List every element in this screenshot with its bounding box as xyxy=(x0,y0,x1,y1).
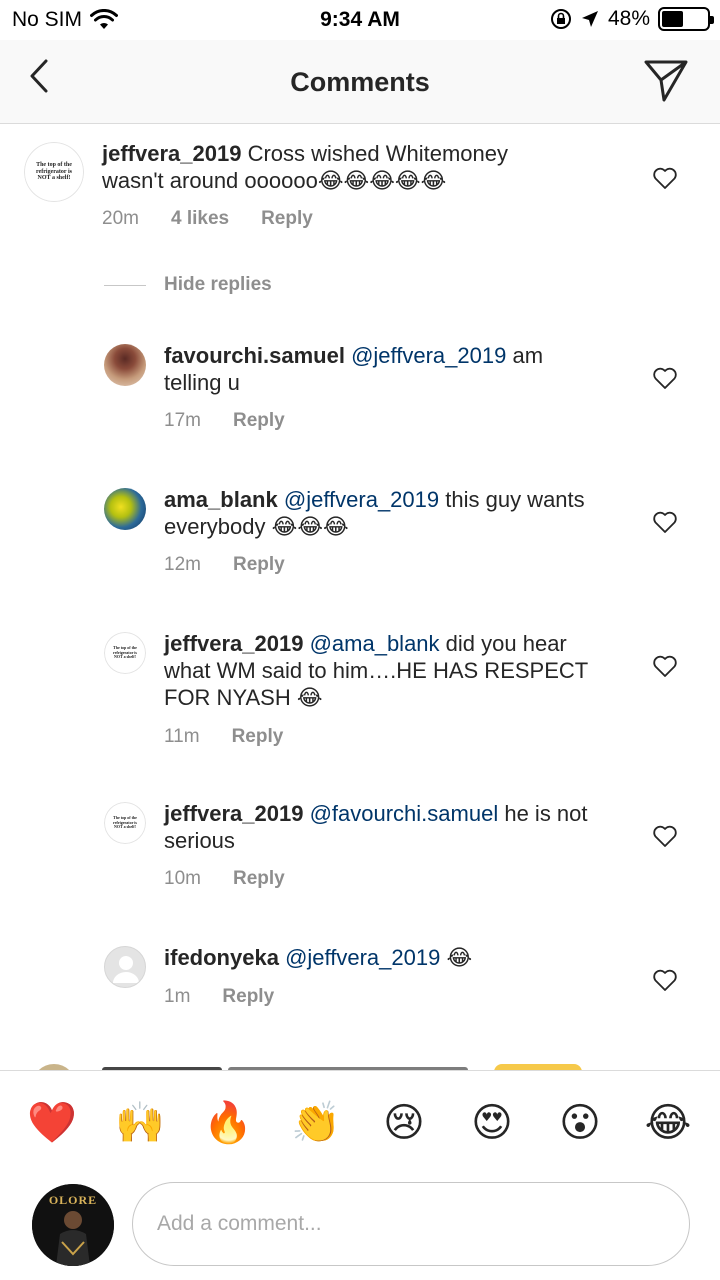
orientation-lock-icon xyxy=(550,9,571,29)
reply-mention[interactable]: @ama_blank xyxy=(310,631,440,656)
reply-time: 1m xyxy=(164,986,191,1007)
avatar[interactable] xyxy=(104,488,146,530)
reply-button[interactable]: Reply xyxy=(233,554,285,576)
avatar[interactable]: The top of the refrigerator is NOT a she… xyxy=(104,802,146,844)
reply-time: 17m xyxy=(164,410,201,431)
battery-fill xyxy=(662,11,684,27)
reply-username[interactable]: jeffvera_2019 xyxy=(164,801,303,826)
avatar[interactable] xyxy=(104,946,146,988)
avatar[interactable]: The top of the refrigerator is NOT a she… xyxy=(24,142,84,202)
reply-emojis: 😂 xyxy=(446,945,473,970)
reply-button[interactable]: Reply xyxy=(232,726,284,748)
likes-count[interactable]: 4 likes xyxy=(171,208,229,230)
heart-icon[interactable] xyxy=(652,510,678,534)
reply-time: 12m xyxy=(164,554,201,575)
heart-icon[interactable] xyxy=(652,366,678,390)
reply-mention[interactable]: @jeffvera_2019 xyxy=(284,487,439,512)
comment-emojis: 😂😂😂😂😂 xyxy=(317,168,447,193)
paper-plane-icon[interactable] xyxy=(642,56,690,104)
divider xyxy=(104,284,146,286)
reply-button[interactable]: Reply xyxy=(222,986,274,1008)
default-user-icon xyxy=(113,956,139,983)
reply-time: 10m xyxy=(164,868,201,889)
comment-input[interactable] xyxy=(132,1182,690,1266)
reply-emojis: 😂 xyxy=(296,685,323,710)
emoji-quick-bar: ❤️ 🙌 🔥 👏 😢 😍 😮 😂 xyxy=(0,1070,720,1174)
reply-username[interactable]: favourchi.samuel xyxy=(164,343,345,368)
reply-username[interactable]: jeffvera_2019 xyxy=(164,631,303,656)
reply-mention[interactable]: @jeffvera_2019 xyxy=(351,343,506,368)
avatar[interactable]: The top of the refrigerator is NOT a she… xyxy=(104,632,146,674)
my-avatar-artwork: OLORE xyxy=(32,1184,114,1266)
emoji-raised-hands-button[interactable]: 🙌 xyxy=(105,1103,175,1143)
battery-percent: 48% xyxy=(607,7,650,30)
emoji-heart-eyes-button[interactable]: 😍 xyxy=(457,1103,527,1143)
reply-button[interactable]: Reply xyxy=(233,868,285,890)
my-avatar: OLORE xyxy=(32,1184,114,1266)
hide-replies-toggle[interactable]: Hide replies xyxy=(104,274,272,296)
heart-icon[interactable] xyxy=(652,654,678,678)
emoji-fire-button[interactable]: 🔥 xyxy=(193,1103,263,1143)
reply-username[interactable]: ifedonyeka xyxy=(164,945,279,970)
heart-icon[interactable] xyxy=(652,824,678,848)
comments-list: The top of the refrigerator is NOT a she… xyxy=(0,124,720,1070)
page-title: Comments xyxy=(290,67,430,97)
reply-username[interactable]: ama_blank xyxy=(164,487,278,512)
battery-icon xyxy=(658,7,714,31)
emoji-crying-button[interactable]: 😢 xyxy=(369,1103,439,1143)
avatar-caption: The top of the refrigerator is NOT a she… xyxy=(24,142,84,202)
reply-button[interactable]: Reply xyxy=(261,208,313,230)
comment-time: 20m xyxy=(102,208,139,229)
reply-emojis: 😂😂😂 xyxy=(271,514,349,539)
emoji-heart-button[interactable]: ❤️ xyxy=(17,1103,87,1143)
status-bar: No SIM 9:34 AM 48% xyxy=(0,0,720,40)
reply-mention[interactable]: @favourchi.samuel xyxy=(310,801,499,826)
reply-time: 11m xyxy=(164,726,200,747)
heart-icon[interactable] xyxy=(652,968,678,992)
hide-replies-label: Hide replies xyxy=(164,274,272,295)
heart-icon[interactable] xyxy=(652,166,678,190)
comment-composer: OLORE xyxy=(0,1174,720,1280)
emoji-surprised-button[interactable]: 😮 xyxy=(545,1103,615,1143)
next-comment-clipped xyxy=(0,1054,720,1070)
my-avatar-label: OLORE xyxy=(49,1193,97,1207)
avatar-caption: The top of the refrigerator is NOT a she… xyxy=(104,632,146,674)
reply-mention[interactable]: @jeffvera_2019 xyxy=(285,945,440,970)
avatar-caption: The top of the refrigerator is NOT a she… xyxy=(104,802,146,844)
avatar[interactable] xyxy=(104,344,146,386)
location-arrow-icon xyxy=(581,11,598,27)
nav-bar: Comments xyxy=(0,40,720,124)
emoji-laughing-button[interactable]: 😂 xyxy=(633,1103,703,1143)
reply-button[interactable]: Reply xyxy=(233,410,285,432)
emoji-clapping-button[interactable]: 👏 xyxy=(281,1103,351,1143)
comment-username[interactable]: jeffvera_2019 xyxy=(102,141,241,166)
